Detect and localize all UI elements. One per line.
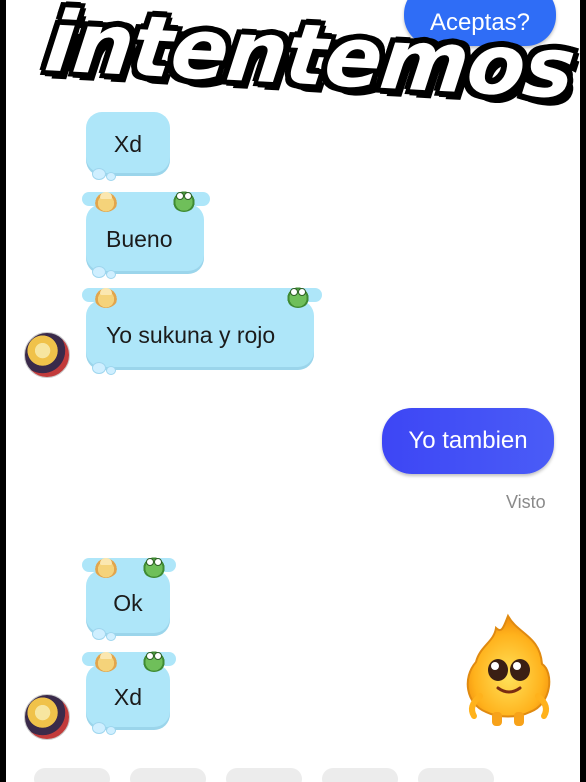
overlay-caption: intentemos	[40, 0, 580, 118]
incoming-message-bubble[interactable]: Ok	[82, 556, 176, 641]
video-frame: Aceptas? Xd Bueno Yo sukuna y rojo Yo ta…	[0, 0, 586, 782]
message-text: Xd	[113, 130, 143, 157]
incoming-message-bubble[interactable]: Yo sukuna y rojo	[82, 286, 322, 375]
chat-screen: Aceptas? Xd Bueno Yo sukuna y rojo Yo ta…	[6, 0, 580, 782]
message-text: Yo sukuna y rojo	[106, 321, 276, 348]
reaction-chip[interactable]	[226, 768, 302, 782]
cake-icon	[94, 190, 118, 212]
cake-icon	[94, 556, 118, 578]
frog-icon	[142, 556, 166, 578]
incoming-message-bubble[interactable]: Xd	[82, 650, 176, 735]
contact-avatar[interactable]	[24, 332, 70, 378]
flame-mascot-sticker[interactable]	[458, 612, 558, 730]
cake-icon	[94, 650, 118, 672]
message-text: Ok	[113, 589, 143, 616]
reaction-chip[interactable]	[418, 768, 494, 782]
outgoing-message-bubble[interactable]: Yo tambien	[382, 408, 554, 474]
message-text: Yo tambien	[408, 427, 528, 454]
bubble-tail	[92, 628, 106, 640]
reaction-bar	[34, 768, 574, 782]
seen-status: Visto	[506, 492, 546, 512]
frog-icon	[286, 286, 310, 308]
bubble-tail	[106, 366, 116, 375]
bubble-tail	[92, 722, 106, 734]
cake-icon	[94, 286, 118, 308]
message-text: Bueno	[106, 225, 173, 252]
bubble-tail	[106, 726, 116, 735]
bubble-tail	[92, 362, 106, 374]
bubble-tail	[106, 172, 116, 181]
contact-avatar[interactable]	[24, 694, 70, 740]
reaction-chip[interactable]	[322, 768, 398, 782]
bubble-tail	[92, 266, 106, 278]
frog-icon	[142, 650, 166, 672]
reaction-chip[interactable]	[34, 768, 110, 782]
incoming-message-bubble[interactable]: Bueno	[82, 190, 210, 279]
frog-icon	[172, 190, 196, 212]
bubble-tail	[92, 168, 106, 180]
reaction-chip[interactable]	[130, 768, 206, 782]
incoming-message-bubble[interactable]: Xd	[86, 112, 170, 181]
bubble-tail	[106, 270, 116, 279]
message-text: Xd	[113, 683, 143, 710]
bubble-tail	[106, 632, 116, 641]
